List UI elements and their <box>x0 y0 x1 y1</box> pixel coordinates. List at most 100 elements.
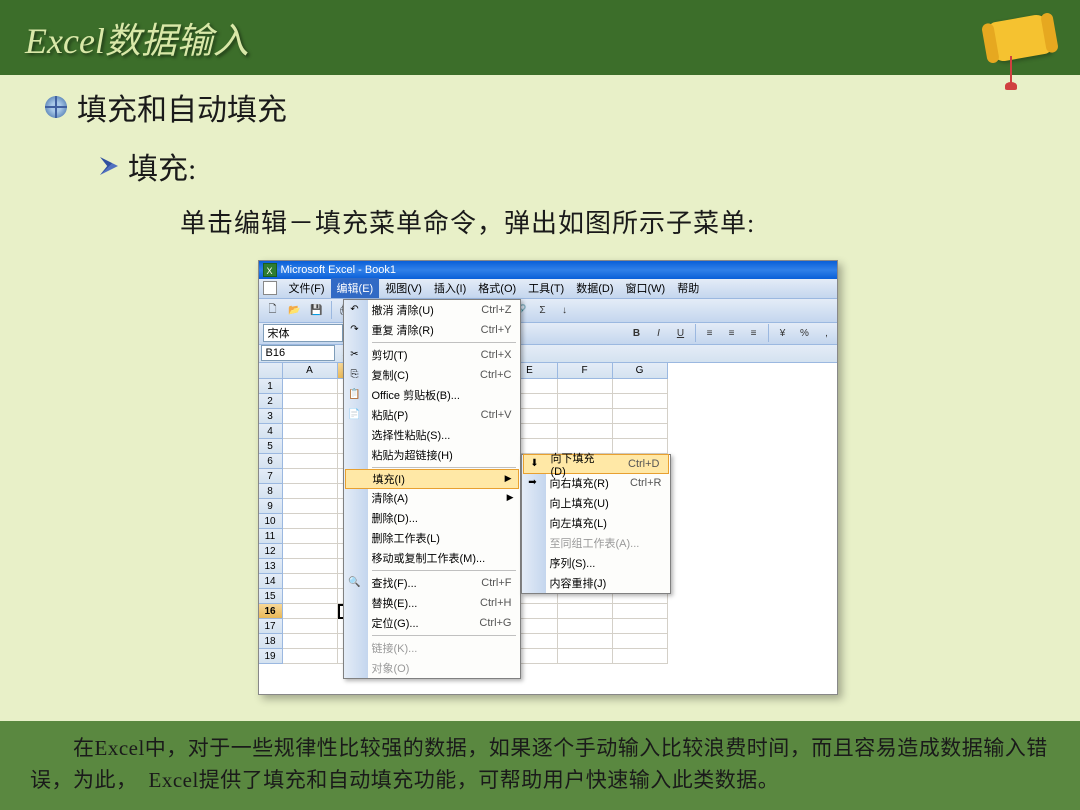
col-header[interactable]: G <box>613 363 668 379</box>
bold-icon[interactable]: B <box>627 323 647 343</box>
new-icon[interactable]: 🗋 <box>263 300 283 320</box>
menu-item[interactable]: 填充(I)▶ <box>345 469 519 489</box>
name-box[interactable]: B16 <box>261 345 335 361</box>
sort-icon[interactable]: ↓ <box>555 300 575 320</box>
menu-item[interactable]: 向左填充(L) <box>522 513 670 533</box>
cell[interactable] <box>283 409 338 424</box>
menu-item[interactable]: 定位(G)...Ctrl+G <box>344 613 520 633</box>
row-header[interactable]: 13 <box>259 559 283 574</box>
menu-item[interactable]: 📄粘贴(P)Ctrl+V <box>344 405 520 425</box>
italic-icon[interactable]: I <box>649 323 669 343</box>
font-selector[interactable]: 宋体 <box>263 324 343 342</box>
cell[interactable] <box>613 379 668 394</box>
menu-item[interactable]: 向上填充(U) <box>522 493 670 513</box>
cell[interactable] <box>283 589 338 604</box>
menu-item[interactable]: 📋Office 剪贴板(B)... <box>344 385 520 405</box>
menu-item[interactable]: 粘贴为超链接(H) <box>344 445 520 465</box>
percent-icon[interactable]: % <box>795 323 815 343</box>
cell[interactable] <box>283 379 338 394</box>
row-header[interactable]: 7 <box>259 469 283 484</box>
menu-item[interactable]: ↷重复 清除(R)Ctrl+Y <box>344 320 520 340</box>
menu-item[interactable]: 清除(A)▶ <box>344 488 520 508</box>
menu-8[interactable]: 帮助 <box>671 278 705 298</box>
menu-item[interactable]: 删除(D)... <box>344 508 520 528</box>
cell[interactable] <box>283 544 338 559</box>
cell[interactable] <box>283 484 338 499</box>
cell[interactable] <box>283 499 338 514</box>
cell[interactable] <box>283 619 338 634</box>
row-header[interactable]: 14 <box>259 574 283 589</box>
cell[interactable] <box>283 469 338 484</box>
align-center-icon[interactable]: ≡ <box>722 323 742 343</box>
underline-icon[interactable]: U <box>671 323 691 343</box>
cell[interactable] <box>558 379 613 394</box>
row-header[interactable]: 5 <box>259 439 283 454</box>
cell[interactable] <box>613 649 668 664</box>
row-header[interactable]: 2 <box>259 394 283 409</box>
row-header[interactable]: 12 <box>259 544 283 559</box>
open-icon[interactable]: 📂 <box>285 300 305 320</box>
currency-icon[interactable]: ¥ <box>773 323 793 343</box>
save-icon[interactable]: 💾 <box>307 300 327 320</box>
cell[interactable] <box>613 424 668 439</box>
row-header[interactable]: 11 <box>259 529 283 544</box>
menu-item[interactable]: 序列(S)... <box>522 553 670 573</box>
cell[interactable] <box>283 394 338 409</box>
cell[interactable] <box>558 394 613 409</box>
cell[interactable] <box>558 634 613 649</box>
cell[interactable] <box>283 604 338 619</box>
row-header[interactable]: 4 <box>259 424 283 439</box>
row-header[interactable]: 18 <box>259 634 283 649</box>
menu-7[interactable]: 窗口(W) <box>620 278 672 298</box>
align-right-icon[interactable]: ≡ <box>744 323 764 343</box>
row-header[interactable]: 6 <box>259 454 283 469</box>
comma-icon[interactable]: , <box>817 323 837 343</box>
menu-item[interactable]: ➡向右填充(R)Ctrl+R <box>522 473 670 493</box>
cell[interactable] <box>558 619 613 634</box>
menu-4[interactable]: 格式(O) <box>472 278 522 298</box>
row-header[interactable]: 1 <box>259 379 283 394</box>
cell[interactable] <box>558 409 613 424</box>
menu-item[interactable]: 替换(E)...Ctrl+H <box>344 593 520 613</box>
row-header[interactable]: 10 <box>259 514 283 529</box>
menu-item[interactable]: ✂剪切(T)Ctrl+X <box>344 345 520 365</box>
menu-item[interactable]: 移动或复制工作表(M)... <box>344 548 520 568</box>
cell[interactable] <box>558 604 613 619</box>
col-header[interactable]: A <box>283 363 338 379</box>
cell[interactable] <box>613 439 668 454</box>
cell[interactable] <box>613 619 668 634</box>
menu-5[interactable]: 工具(T) <box>522 278 570 298</box>
row-header[interactable]: 19 <box>259 649 283 664</box>
menu-item[interactable]: ↶撤消 清除(U)Ctrl+Z <box>344 300 520 320</box>
cell[interactable] <box>283 529 338 544</box>
row-header[interactable]: 8 <box>259 484 283 499</box>
menu-3[interactable]: 插入(I) <box>428 278 472 298</box>
menu-item[interactable]: ⬇向下填充(D)Ctrl+D <box>523 454 669 474</box>
menu-2[interactable]: 视图(V) <box>379 278 428 298</box>
cell[interactable] <box>613 634 668 649</box>
row-header[interactable]: 17 <box>259 619 283 634</box>
cell[interactable] <box>283 424 338 439</box>
menu-1[interactable]: 编辑(E) <box>331 278 380 298</box>
cell[interactable] <box>613 394 668 409</box>
menu-item[interactable]: 内容重排(J) <box>522 573 670 593</box>
cell[interactable] <box>558 649 613 664</box>
col-header[interactable]: F <box>558 363 613 379</box>
row-header[interactable]: 15 <box>259 589 283 604</box>
menu-item[interactable]: ⎘复制(C)Ctrl+C <box>344 365 520 385</box>
row-header[interactable]: 16 <box>259 604 283 619</box>
cell[interactable] <box>283 574 338 589</box>
cell[interactable] <box>283 514 338 529</box>
row-header[interactable]: 3 <box>259 409 283 424</box>
menu-0[interactable]: 文件(F) <box>283 278 331 298</box>
cell[interactable] <box>558 424 613 439</box>
cell[interactable] <box>613 409 668 424</box>
sum-icon[interactable]: Σ <box>533 300 553 320</box>
menu-item[interactable]: 🔍查找(F)...Ctrl+F <box>344 573 520 593</box>
cell[interactable] <box>283 439 338 454</box>
cell[interactable] <box>283 559 338 574</box>
cell[interactable] <box>283 649 338 664</box>
menu-6[interactable]: 数据(D) <box>570 278 619 298</box>
menu-item[interactable]: 选择性粘贴(S)... <box>344 425 520 445</box>
cell[interactable] <box>613 604 668 619</box>
